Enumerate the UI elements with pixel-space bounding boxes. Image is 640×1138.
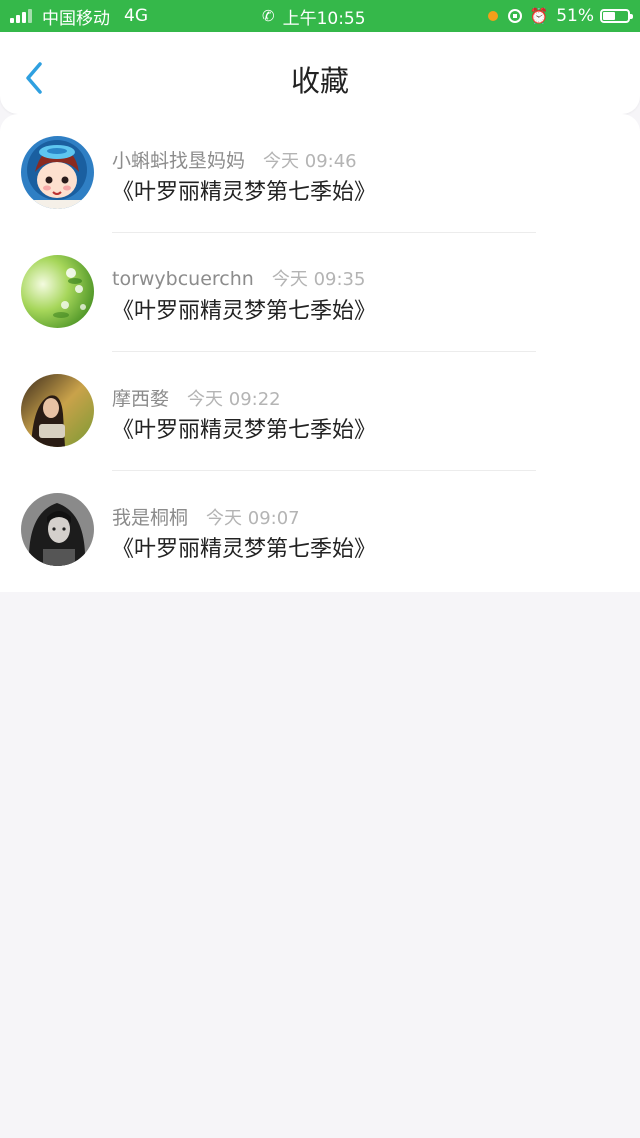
item-meta: 摩西婺 今天 09:22: [112, 384, 281, 411]
status-center: ✆ 上午10:55: [262, 0, 366, 32]
favorite-content: 《叶罗丽精灵梦第七季始》: [112, 537, 377, 562]
status-right: ⏰ 51%: [487, 0, 633, 32]
battery-icon: [600, 9, 633, 23]
nav-bar: 收藏: [0, 32, 640, 114]
favorites-list: 小蝌蚪找垦妈妈 今天 09:46 《叶罗丽精灵梦第七季始》 torwybcuer…: [0, 114, 640, 592]
timestamp: 今天 09:35: [271, 269, 366, 290]
timestamp: 今天 09:46: [263, 151, 357, 172]
carrier-label: 中国移动: [42, 8, 110, 29]
recording-dot-icon: [487, 11, 498, 21]
avatar: [21, 374, 94, 447]
author-name: torwybcuerchn: [112, 268, 254, 290]
avatar: [21, 255, 94, 328]
status-left: 中国移动 4G: [10, 0, 148, 32]
timestamp: 今天 09:22: [187, 389, 281, 410]
clock: 上午10:55: [282, 8, 366, 29]
author-name: 我是桐桐: [112, 507, 189, 529]
avatar: [21, 493, 94, 566]
list-item[interactable]: 小蝌蚪找垦妈妈 今天 09:46 《叶罗丽精灵梦第七季始》: [0, 114, 640, 233]
timestamp: 今天 09:07: [206, 508, 300, 529]
item-meta: torwybcuerchn 今天 09:35: [112, 265, 365, 291]
list-item[interactable]: torwybcuerchn 今天 09:35 《叶罗丽精灵梦第七季始》: [0, 233, 640, 352]
phone-icon: ✆: [262, 7, 275, 25]
favorite-content: 《叶罗丽精灵梦第七季始》: [112, 299, 377, 324]
network-label: 4G: [124, 6, 148, 26]
item-meta: 小蝌蚪找垦妈妈 今天 09:46: [112, 146, 357, 173]
list-item[interactable]: 我是桐桐 今天 09:07 《叶罗丽精灵梦第七季始》: [0, 471, 640, 590]
signal-icon: [10, 9, 34, 23]
author-name: 摩西婺: [112, 388, 170, 410]
item-meta: 我是桐桐 今天 09:07: [112, 503, 300, 530]
author-name: 小蝌蚪找垦妈妈: [112, 150, 246, 172]
favorite-content: 《叶罗丽精灵梦第七季始》: [112, 180, 377, 205]
battery-percent: 51%: [556, 6, 594, 26]
alarm-icon: ⏰: [529, 7, 549, 25]
status-bar: 中国移动 4G ✆ 上午10:55 ⏰ 51%: [0, 0, 640, 32]
list-item[interactable]: 摩西婺 今天 09:22 《叶罗丽精灵梦第七季始》: [0, 352, 640, 471]
page-title: 收藏: [290, 64, 349, 98]
rotation-lock-icon: [507, 9, 522, 23]
favorite-content: 《叶罗丽精灵梦第七季始》: [112, 418, 377, 443]
avatar: [21, 136, 94, 209]
